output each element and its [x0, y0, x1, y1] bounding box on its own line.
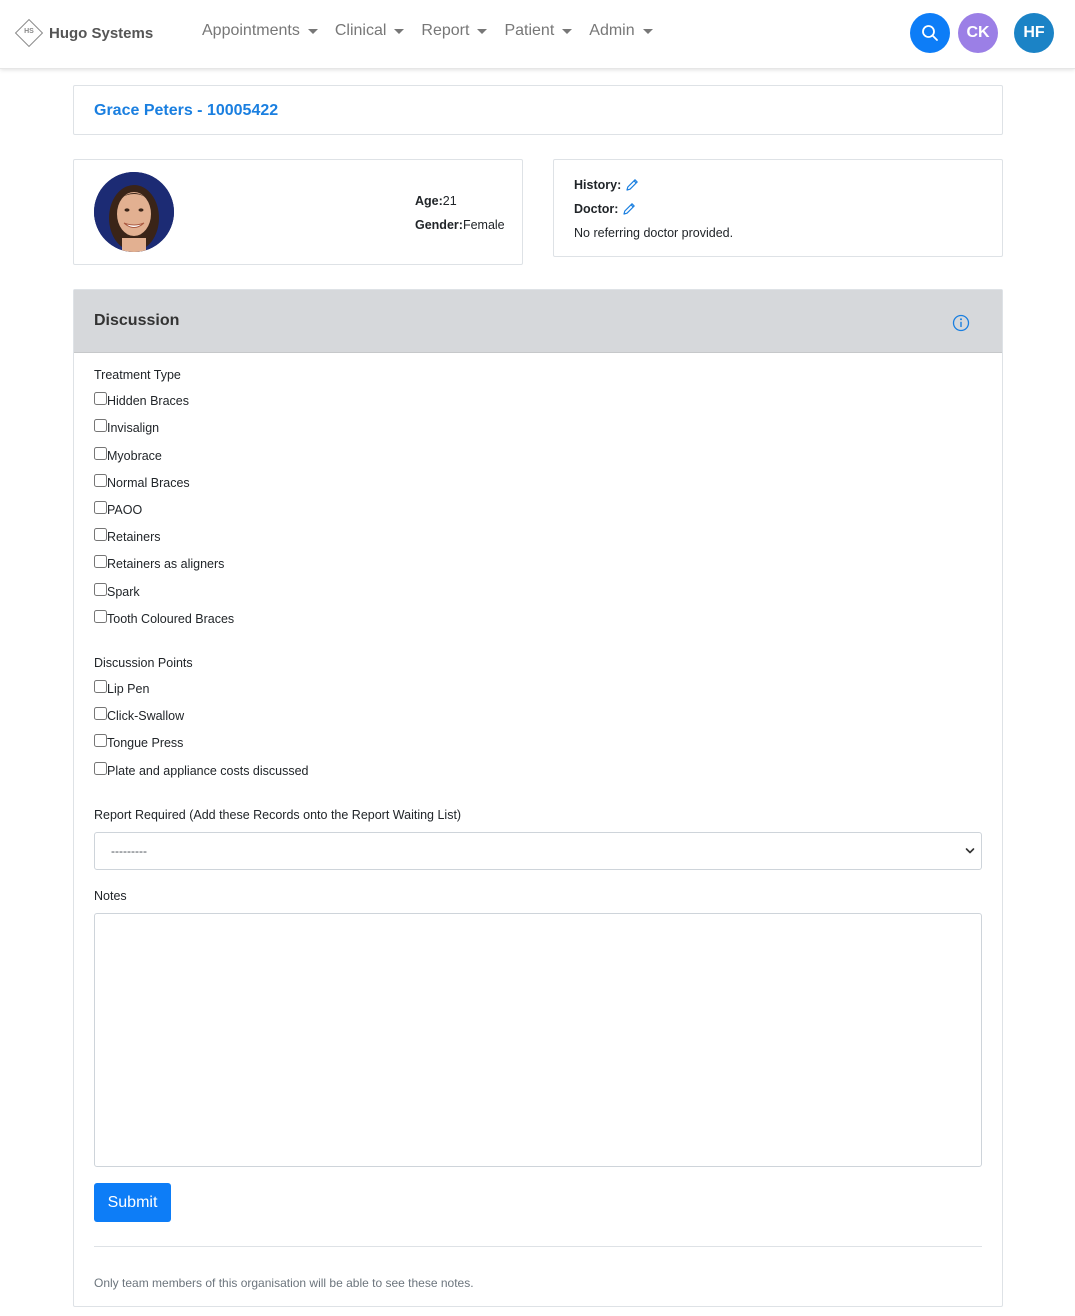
treatment-checkbox[interactable] — [94, 501, 107, 514]
treatment-type-label: Treatment Type — [94, 368, 181, 382]
nav-admin[interactable]: Admin — [589, 22, 653, 40]
discussion-title: Discussion — [94, 312, 180, 329]
user-avatar-hf[interactable]: HF — [1014, 13, 1054, 53]
treatment-option: Retainers — [94, 528, 161, 544]
treatment-checkbox[interactable] — [94, 583, 107, 596]
treatment-option-label: Retainers as aligners — [107, 557, 225, 571]
patient-title[interactable]: Grace Peters - 10005422 — [94, 102, 278, 120]
patient-photo-image — [94, 172, 174, 252]
discussion-point-option: Click-Swallow — [94, 707, 185, 723]
discussion-point-option: Plate and appliance costs discussed — [94, 762, 309, 778]
discussion-card: Discussion Treatment Type Hidden Braces … — [73, 289, 1003, 1307]
treatment-checkbox[interactable] — [94, 419, 107, 432]
treatment-option: PAOO — [94, 501, 143, 517]
patient-photo — [94, 172, 174, 252]
history-field: History: — [574, 178, 639, 192]
treatment-option-label: Myobrace — [107, 449, 162, 463]
discussion-point-option: Lip Pen — [94, 680, 150, 696]
discussion-point-label: Plate and appliance costs discussed — [107, 764, 309, 778]
notes-textarea[interactable] — [94, 913, 982, 1167]
nav-admin-label: Admin — [589, 22, 635, 39]
doctor-value: No referring doctor provided. — [574, 226, 734, 240]
gender-label: Gender: — [415, 218, 463, 232]
discussion-header: Discussion — [74, 290, 1002, 353]
treatment-option: Spark — [94, 583, 140, 599]
edit-history-pencil-icon[interactable] — [625, 178, 639, 192]
discussion-points-label: Discussion Points — [94, 656, 193, 670]
notes-label: Notes — [94, 889, 127, 903]
search-button[interactable] — [910, 13, 950, 53]
top-navbar: HS Hugo Systems Appointments Clinical Re… — [0, 0, 1075, 69]
report-required-value: --------- — [111, 844, 147, 858]
discussion-point-checkbox[interactable] — [94, 734, 107, 747]
nav-clinical[interactable]: Clinical — [335, 22, 405, 40]
caret-down-icon — [562, 28, 573, 34]
age-value: 21 — [442, 194, 457, 208]
nav-report[interactable]: Report — [421, 22, 488, 40]
patient-info-card: Age:21 Gender:Female — [73, 159, 523, 265]
logo-text: HS — [24, 28, 34, 35]
treatment-option: Hidden Braces — [94, 392, 189, 408]
treatment-checkbox[interactable] — [94, 610, 107, 623]
treatment-checkbox[interactable] — [94, 528, 107, 541]
nav-appointments-label: Appointments — [202, 22, 300, 39]
gender-value: Female — [462, 218, 505, 232]
nav-clinical-label: Clinical — [334, 22, 387, 39]
treatment-checkbox[interactable] — [94, 474, 107, 487]
search-icon — [922, 25, 938, 41]
treatment-checkbox[interactable] — [94, 447, 107, 460]
nav-appointments[interactable]: Appointments — [202, 22, 318, 40]
treatment-option-label: PAOO — [107, 503, 143, 517]
treatment-option-label: Invisalign — [107, 421, 160, 435]
edit-doctor-pencil-icon[interactable] — [622, 202, 636, 216]
treatment-option-label: Hidden Braces — [107, 394, 189, 408]
treatment-checkbox[interactable] — [94, 555, 107, 568]
caret-down-icon — [477, 28, 488, 34]
caret-down-icon — [307, 28, 318, 34]
discussion-point-label: Tongue Press — [107, 736, 184, 750]
brand-name: Hugo Systems — [49, 24, 154, 42]
treatment-checkbox[interactable] — [94, 392, 107, 405]
patient-title-card: Grace Peters - 10005422 — [73, 85, 1003, 135]
treatment-option-label: Normal Braces — [107, 476, 190, 490]
doctor-field: Doctor: — [574, 202, 636, 216]
treatment-option: Invisalign — [94, 419, 160, 435]
discussion-point-label: Click-Swallow — [107, 709, 185, 723]
treatment-option-label: Retainers — [107, 530, 161, 544]
age-field: Age:21 — [415, 194, 457, 208]
treatment-option: Myobrace — [94, 447, 162, 463]
brand-logo-icon: HS — [14, 18, 44, 48]
age-label: Age: — [415, 194, 443, 208]
chevron-down-icon — [965, 848, 975, 854]
divider — [94, 1246, 982, 1247]
discussion-point-checkbox[interactable] — [94, 680, 107, 693]
user-avatar-ck[interactable]: CK — [958, 13, 998, 53]
treatment-option-label: Tooth Coloured Braces — [107, 612, 235, 626]
main-menu: Appointments Clinical Report Patient Adm… — [202, 22, 670, 40]
discussion-point-checkbox[interactable] — [94, 762, 107, 775]
discussion-point-checkbox[interactable] — [94, 707, 107, 720]
treatment-option: Normal Braces — [94, 474, 190, 490]
nav-patient[interactable]: Patient — [504, 22, 573, 40]
history-card: History: Doctor: No referring doctor pro… — [553, 159, 1003, 257]
caret-down-icon — [642, 28, 653, 34]
nav-report-label: Report — [421, 22, 470, 39]
treatment-option: Tooth Coloured Braces — [94, 610, 235, 626]
submit-button[interactable]: Submit — [94, 1183, 171, 1222]
caret-down-icon — [394, 28, 405, 34]
doctor-label: Doctor: — [574, 202, 619, 216]
brand[interactable]: HS Hugo Systems — [14, 18, 153, 48]
privacy-note: Only team members of this organisation w… — [94, 1276, 474, 1290]
info-icon[interactable] — [952, 314, 970, 332]
nav-patient-label: Patient — [504, 22, 555, 39]
history-label: History: — [574, 178, 622, 192]
gender-field: Gender:Female — [415, 218, 505, 232]
treatment-option-label: Spark — [107, 585, 140, 599]
report-required-label: Report Required (Add these Records onto … — [94, 808, 462, 822]
discussion-point-option: Tongue Press — [94, 734, 184, 750]
report-required-select[interactable]: --------- — [94, 832, 982, 870]
discussion-point-label: Lip Pen — [107, 682, 150, 696]
treatment-option: Retainers as aligners — [94, 555, 225, 571]
